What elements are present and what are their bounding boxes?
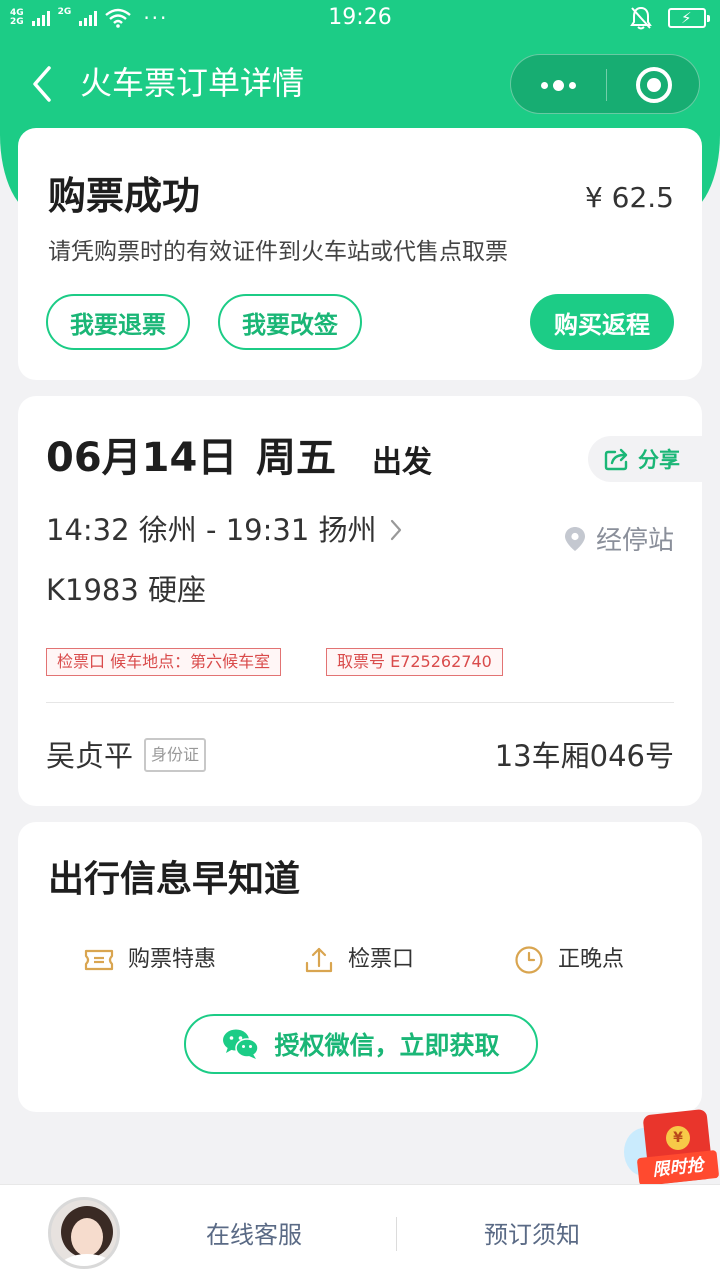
mute-bell-icon [630,6,652,30]
limited-deal-promo[interactable]: ¥ 限时抢 [624,1108,720,1188]
seat-info: 13车厢046号 [494,739,674,773]
status-right: ⚡ [630,6,710,30]
order-price: ¥ 62.5 [584,181,674,214]
info-item-label: 购票特惠 [128,947,217,972]
upload-icon [305,947,333,973]
status-time: 19:26 [328,5,392,30]
pickup-number-tag: 取票号 E725262740 [326,648,503,676]
share-label: 分享 [638,448,680,472]
capsule-divider [606,69,607,101]
travel-info-title: 出行信息早知道 [48,859,301,900]
chevron-left-icon [33,66,51,102]
battery-icon: ⚡ [668,8,710,28]
authorize-wechat-label: 授权微信，立即获取 [274,1031,500,1060]
trip-date: 06月14日 [46,435,238,481]
travel-info-card: 出行信息早知道 购票特惠 检票口 正晚点 授权微信，立即获取 [18,822,702,1112]
online-service-button[interactable]: 在线客服 [206,1219,302,1251]
booking-notice-button[interactable]: 预订须知 [484,1219,580,1251]
pickup-notice: 请凭购票时的有效证件到火车站或代售点取票 [48,239,508,265]
authorize-wechat-button[interactable]: 授权微信，立即获取 [184,1014,538,1074]
close-mini-program-button[interactable] [636,67,672,103]
train-info: K1983 硬座 [46,573,207,607]
passenger-name: 吴贞平 [46,739,134,773]
nav-bar: 火车票订单详情 [0,40,720,128]
info-item-gate: 检票口 [304,944,414,976]
avatar-body [59,1254,115,1266]
mini-program-capsule [510,54,700,114]
more-dot-center-icon [553,79,564,91]
route-text: 14:32 徐州 - 19:31 扬州 [46,513,377,547]
bottom-divider [396,1217,397,1251]
buy-return-button[interactable]: 购买返程 [530,294,674,350]
chevron-right-icon [391,519,402,541]
info-item-punctuality: 正晚点 [514,944,624,976]
stops-button[interactable]: 经停站 [564,520,674,557]
back-button[interactable] [22,60,62,108]
customer-service-avatar[interactable] [48,1197,120,1269]
status-bar: 4G 2G 2G ··· 19:26 ⚡ [0,0,720,38]
info-item-label: 检票口 [348,947,415,972]
wechat-icon [223,1029,260,1059]
clock-icon [515,946,543,974]
more-menu-button[interactable] [511,55,606,115]
info-item-label: 正晚点 [558,947,625,972]
order-status-title: 购票成功 [48,174,201,218]
id-type-badge: 身份证 [144,738,207,772]
location-pin-icon [564,526,585,551]
bottom-bar: 在线客服 预订须知 [0,1184,720,1280]
share-button[interactable]: 分享 [588,436,702,482]
route-link[interactable]: 14:32 徐州 - 19:31 扬州 [46,510,402,550]
page: 4G 2G 2G ··· 19:26 ⚡ 火车票订单详情 购票成功 ¥ 62.5… [0,0,720,1280]
charging-bolt-icon: ⚡ [681,9,692,27]
trip-card: 06月14日 周五 出发 分享 14:32 徐州 - 19:31 扬州 经停站 … [18,396,702,806]
share-icon [604,448,628,471]
info-item-discount: 购票特惠 [84,944,216,976]
depart-label: 出发 [372,445,432,480]
page-title: 火车票订单详情 [80,64,305,102]
gate-tag: 检票口 候车地点：第六候车室 [46,648,282,676]
avatar-face [71,1218,103,1256]
ticket-icon [84,949,114,971]
refund-button[interactable]: 我要退票 [46,294,190,350]
coin-icon: ¥ [666,1126,690,1150]
more-dot-icon [541,81,548,89]
more-dot-icon [569,81,576,89]
divider [46,702,674,703]
change-ticket-button[interactable]: 我要改签 [218,294,362,350]
stops-label: 经停站 [595,526,674,556]
order-status-card: 购票成功 ¥ 62.5 请凭购票时的有效证件到火车站或代售点取票 我要退票 我要… [18,128,702,380]
trip-weekday: 周五 [256,435,336,481]
